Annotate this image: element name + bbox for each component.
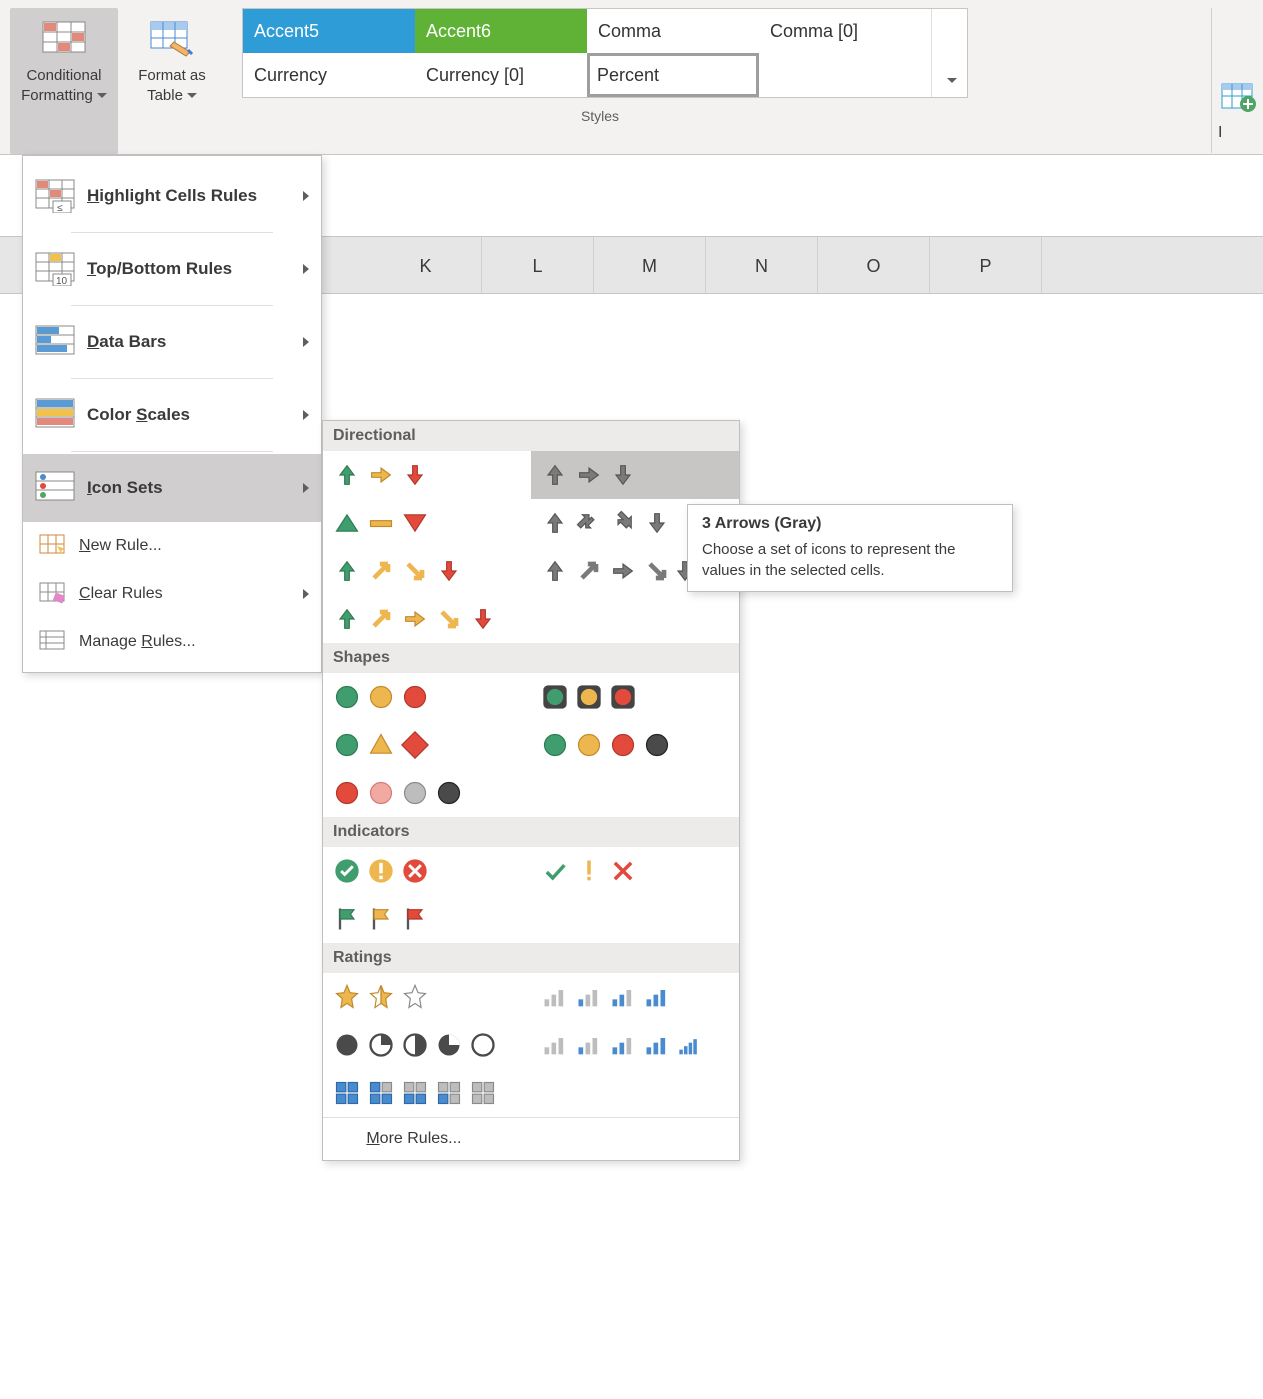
conditional-formatting-label: Conditional Formatting xyxy=(21,66,107,105)
chevron-down-icon xyxy=(187,93,197,98)
chevron-down-icon xyxy=(947,78,957,83)
iconset-4-traffic-lights[interactable] xyxy=(531,721,739,769)
conditional-formatting-button[interactable]: Conditional Formatting xyxy=(10,8,118,154)
col-O[interactable]: O xyxy=(818,237,930,293)
icon-sets-submenu: Directional xyxy=(322,420,740,1161)
menu-separator xyxy=(71,451,273,452)
menu-label: Color ScalesColor Scales xyxy=(87,405,190,425)
menu-top-bottom-rules[interactable]: 10 Top/Bottom RulesTop/Bottom Rules xyxy=(23,235,321,303)
manage-rules-icon xyxy=(35,628,71,656)
conditional-formatting-menu: ≤ HHighlight Cells Rulesighlight Cells R… xyxy=(22,155,322,673)
format-as-table-label: Format as Table xyxy=(138,66,206,105)
iconset-red-to-black[interactable] xyxy=(323,769,739,817)
ribbon: Conditional Formatting Format as Table A… xyxy=(0,0,1263,155)
menu-clear-rules[interactable]: Clear RulesClear Rules xyxy=(23,570,321,618)
new-rule-icon xyxy=(35,532,71,560)
col-M[interactable]: M xyxy=(594,237,706,293)
ribbon-large-buttons: Conditional Formatting Format as Table xyxy=(10,8,226,154)
ratings-grid xyxy=(323,973,739,1117)
format-as-table-button[interactable]: Format as Table xyxy=(118,8,226,154)
conditional-formatting-icon xyxy=(42,14,86,62)
icon-sets-icon xyxy=(33,470,77,506)
menu-label: Icon SetsIcon Sets xyxy=(87,478,163,498)
menu-icon-sets[interactable]: Icon SetsIcon Sets xyxy=(23,454,321,522)
iconset-3-flags[interactable] xyxy=(323,895,739,943)
col-L[interactable]: L xyxy=(482,237,594,293)
chevron-right-icon xyxy=(303,410,309,420)
ribbon-right-peek: I xyxy=(1211,8,1263,153)
iconset-3-arrows-gray[interactable] xyxy=(531,451,739,499)
data-bars-icon xyxy=(33,324,77,360)
menu-label: Clear RulesClear Rules xyxy=(79,585,163,603)
style-empty[interactable] xyxy=(759,53,931,97)
iconset-3-traffic-lights-rimmed[interactable] xyxy=(531,673,739,721)
style-accent5[interactable]: Accent5 xyxy=(243,9,415,53)
menu-label: New Rule...New Rule... xyxy=(79,537,162,555)
iconset-5-quarters[interactable] xyxy=(323,1021,531,1069)
style-currency[interactable]: Currency xyxy=(243,53,415,97)
category-shapes: Shapes xyxy=(323,643,739,673)
iconset-3-triangles[interactable] xyxy=(323,499,531,547)
chevron-down-icon xyxy=(97,93,107,98)
iconsets-more-rules[interactable]: More Rules...More Rules... xyxy=(323,1117,739,1160)
menu-separator xyxy=(71,305,273,306)
col-N[interactable]: N xyxy=(706,237,818,293)
iconset-4-arrows-colored[interactable] xyxy=(323,547,531,595)
menu-label: Data BarsData Bars xyxy=(87,332,166,352)
styles-group: Accent5 Accent6 Comma Comma [0] Currency… xyxy=(226,8,974,154)
clear-rules-icon xyxy=(35,580,71,608)
menu-label: HHighlight Cells Rulesighlight Cells Rul… xyxy=(87,186,257,206)
menu-label: Manage Rules...Manage Rules... xyxy=(79,633,196,651)
tooltip-body: Choose a set of icons to represent the v… xyxy=(702,539,998,581)
svg-text:10: 10 xyxy=(56,276,68,286)
chevron-right-icon xyxy=(303,264,309,274)
menu-data-bars[interactable]: Data BarsData Bars xyxy=(23,308,321,376)
iconset-3-symbols-uncircled[interactable] xyxy=(531,847,739,895)
iconset-3-symbols-circled[interactable] xyxy=(323,847,531,895)
col-K[interactable]: K xyxy=(370,237,482,293)
category-ratings: Ratings xyxy=(323,943,739,973)
chevron-right-icon xyxy=(303,483,309,493)
category-indicators: Indicators xyxy=(323,817,739,847)
iconset-3-arrows-colored[interactable] xyxy=(323,451,531,499)
menu-label: Top/Bottom RulesTop/Bottom Rules xyxy=(87,259,232,279)
menu-color-scales[interactable]: Color ScalesColor Scales xyxy=(23,381,321,449)
style-accent6[interactable]: Accent6 xyxy=(415,9,587,53)
highlight-cells-icon: ≤ xyxy=(33,178,77,214)
chevron-right-icon xyxy=(303,191,309,201)
category-directional: Directional xyxy=(323,421,739,451)
menu-separator xyxy=(71,232,273,233)
menu-manage-rules[interactable]: Manage Rules...Manage Rules... xyxy=(23,618,321,666)
menu-new-rule[interactable]: New Rule...New Rule... xyxy=(23,522,321,570)
chevron-right-icon xyxy=(303,589,309,599)
insert-peek-icon xyxy=(1218,78,1258,118)
shapes-grid xyxy=(323,673,739,817)
menu-separator xyxy=(71,378,273,379)
iconset-4-ratings-bars[interactable] xyxy=(531,973,739,1021)
iconset-5-ratings-bars[interactable] xyxy=(531,1021,739,1069)
tooltip-title: 3 Arrows (Gray) xyxy=(702,515,998,533)
iconset-3-signs[interactable] xyxy=(323,721,531,769)
style-comma[interactable]: Comma xyxy=(587,9,759,53)
iconset-5-boxes[interactable] xyxy=(323,1069,739,1117)
iconset-5-arrows-colored[interactable] xyxy=(323,595,739,643)
styles-group-label: Styles xyxy=(581,108,619,124)
indicators-grid xyxy=(323,847,739,943)
col-P[interactable]: P xyxy=(930,237,1042,293)
menu-highlight-cells-rules[interactable]: ≤ HHighlight Cells Rulesighlight Cells R… xyxy=(23,162,321,230)
format-as-table-icon xyxy=(150,14,194,62)
style-comma0[interactable]: Comma [0] xyxy=(759,9,931,53)
iconset-3-stars[interactable] xyxy=(323,973,531,1021)
style-currency0[interactable]: Currency [0] xyxy=(415,53,587,97)
svg-text:≤: ≤ xyxy=(57,203,63,213)
tooltip-3-arrows-gray: 3 Arrows (Gray) Choose a set of icons to… xyxy=(687,504,1013,592)
color-scales-icon xyxy=(33,397,77,433)
styles-gallery-expand[interactable] xyxy=(931,9,967,97)
iconset-3-traffic-lights-unrimmed[interactable] xyxy=(323,673,531,721)
top-bottom-icon: 10 xyxy=(33,251,77,287)
directional-grid xyxy=(323,451,739,643)
cell-styles-gallery: Accent5 Accent6 Comma Comma [0] Currency… xyxy=(242,8,968,98)
chevron-right-icon xyxy=(303,337,309,347)
style-percent[interactable]: Percent xyxy=(587,53,759,97)
